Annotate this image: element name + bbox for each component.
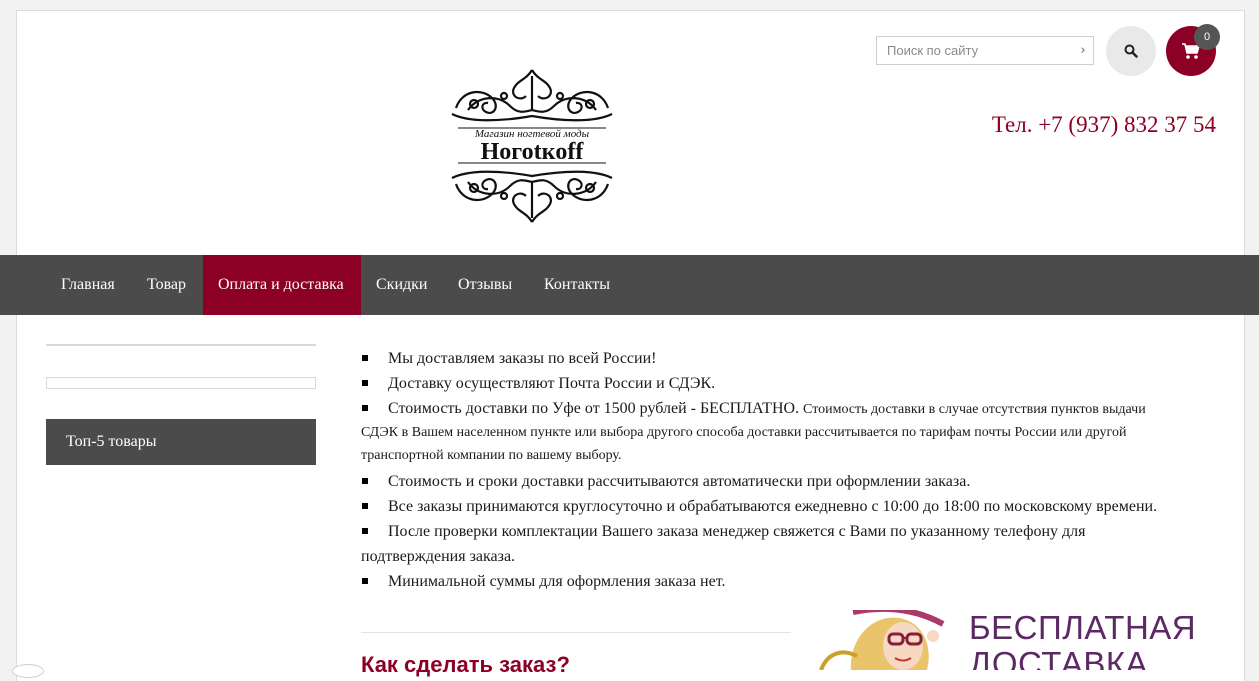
- site-logo[interactable]: Магазин ногтевой моды Ногоtкoff: [448, 66, 616, 228]
- logo-graphic: Магазин ногтевой моды Ногоtкoff: [451, 69, 613, 223]
- bullet-icon: [362, 355, 368, 362]
- nav-item-reviews[interactable]: Отзывы: [443, 255, 527, 315]
- logo-brand: Ногоtкoff: [481, 139, 585, 165]
- nav-item-products[interactable]: Товар: [132, 255, 201, 315]
- bullet-icon: [362, 380, 368, 387]
- nav-item-discounts[interactable]: Скидки: [361, 255, 442, 315]
- bullet-icon: [362, 478, 368, 485]
- cart-count-badge: 0: [1194, 24, 1220, 50]
- sidebar-empty-widget: [46, 377, 316, 389]
- nav-item-contacts[interactable]: Контакты: [529, 255, 625, 315]
- bullet-icon: [362, 528, 368, 535]
- list-item: Стоимость и сроки доставки рассчитываютс…: [361, 467, 1161, 494]
- banner-text: БЕСПЛАТНАЯ ДОСТАВКА: [969, 610, 1197, 670]
- woman-illustration-icon: [819, 610, 945, 670]
- search-box: ›: [876, 36, 1094, 65]
- list-item: После проверки комплектации Вашего заказ…: [361, 523, 1086, 565]
- sidebar-divider: [46, 344, 316, 346]
- bullet-icon: [362, 578, 368, 585]
- main-nav: Главная Товар Оплата и доставка Скидки О…: [0, 255, 1259, 315]
- magnifier-icon: [1124, 44, 1138, 58]
- nav-item-payment-delivery[interactable]: Оплата и доставка: [203, 255, 361, 315]
- bullet-icon: [362, 405, 368, 412]
- list-item: Доставку осуществляют Почта России и СДЭ…: [361, 371, 1161, 396]
- nav-item-home[interactable]: Главная: [46, 255, 130, 315]
- bullet-icon: [362, 503, 368, 510]
- scroll-indicator[interactable]: [12, 664, 44, 678]
- sidebar-widget-title: Топ-5 товары: [46, 419, 316, 465]
- search-input[interactable]: [877, 37, 1073, 64]
- list-item: Все заказы принимаются круглосуточно и о…: [361, 494, 1161, 519]
- content-divider: [361, 632, 791, 633]
- search-submit-arrow-icon[interactable]: ›: [1073, 43, 1093, 58]
- free-delivery-banner[interactable]: БЕСПЛАТНАЯ ДОСТАВКА: [791, 610, 1201, 670]
- list-item: Стоимость доставки по Уфе от 1500 рублей…: [361, 400, 1146, 463]
- phone-number[interactable]: Тел. +7 (937) 832 37 54: [992, 112, 1216, 138]
- list-item: Минимальной суммы для оформления заказа …: [361, 569, 1161, 594]
- delivery-info: Мы доставляем заказы по всей России! Дос…: [361, 346, 1161, 594]
- list-item: Мы доставляем заказы по всей России!: [361, 346, 1161, 371]
- search-button[interactable]: [1106, 26, 1156, 76]
- howto-heading: Как сделать заказ?: [361, 652, 570, 677]
